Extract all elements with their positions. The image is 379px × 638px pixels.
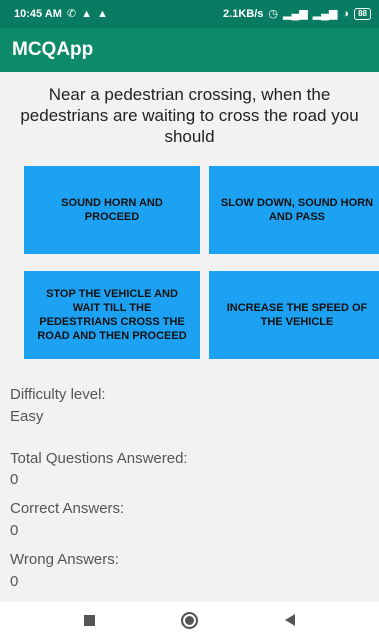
status-bar: 10:45 AM ✆ ▲ ▲ 2.1KB/s ◷ ▂▄▆ ▂▄▆ ◑ 88: [0, 0, 379, 28]
notification-icon: ▲: [81, 7, 92, 20]
difficulty-value: Easy: [10, 408, 44, 425]
whatsapp-icon: ✆: [66, 7, 77, 20]
signal-icon: ▂▄▆: [283, 7, 308, 20]
back-button[interactable]: [275, 605, 305, 635]
wrong-answers-label: Wrong Answers:: [10, 551, 119, 568]
option-button-3[interactable]: STOP THE VEHICLE AND WAIT TILL THE PEDES…: [24, 271, 200, 359]
app-bar: MCQApp: [0, 28, 379, 72]
recents-button[interactable]: [75, 605, 105, 635]
question-text: Near a pedestrian crossing, when the ped…: [20, 85, 359, 146]
main-content: Near a pedestrian crossing, when the ped…: [0, 72, 379, 602]
back-triangle-icon: [284, 614, 295, 626]
app-title: MCQApp: [12, 39, 94, 60]
signal-icon: ▂▄▆: [312, 7, 338, 20]
home-button[interactable]: [175, 605, 205, 635]
wrong-answers-value: 0: [10, 573, 19, 590]
correct-answers-value: 0: [10, 522, 19, 539]
wifi-icon: ◑: [342, 7, 350, 20]
correct-answers-label: Correct Answers:: [10, 500, 125, 517]
home-circle-icon: [181, 611, 198, 629]
battery-icon: 88: [354, 8, 371, 20]
alarm-icon: ◷: [268, 7, 278, 20]
option-button-4[interactable]: INCREASE THE SPEED OF THE VEHICLE: [209, 271, 379, 359]
total-answered-value: 0: [10, 471, 19, 488]
net-speed: 2.1KB/s: [223, 8, 264, 20]
option-button-2[interactable]: SLOW DOWN, SOUND HORN AND PASS: [209, 166, 379, 254]
option-button-1[interactable]: SOUND HORN AND PROCEED: [24, 166, 200, 254]
difficulty-label: Difficulty level:: [10, 386, 106, 403]
recents-square-icon: [84, 614, 95, 626]
status-time: 10:45 AM: [14, 8, 62, 20]
total-answered-label: Total Questions Answered:: [10, 450, 188, 467]
notification-icon: ▲: [97, 7, 108, 20]
navigation-bar: [0, 602, 379, 638]
